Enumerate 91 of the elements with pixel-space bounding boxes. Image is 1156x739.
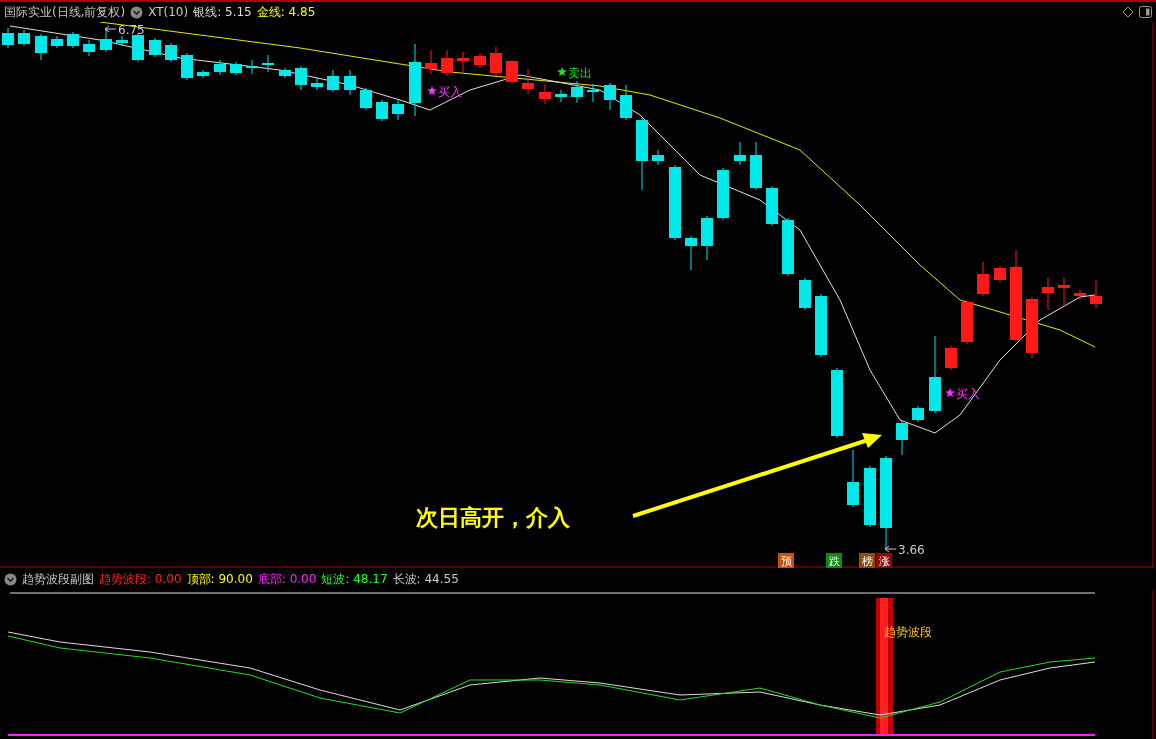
candlestick <box>474 52 486 69</box>
candlestick <box>392 99 404 121</box>
candlestick <box>165 42 177 63</box>
candlestick <box>522 68 534 95</box>
candlestick <box>376 99 388 122</box>
candlestick <box>425 49 437 75</box>
candlestick <box>35 33 47 61</box>
candlestick <box>51 35 63 49</box>
candlestick <box>750 141 762 191</box>
star-icon <box>427 86 437 95</box>
candlestick <box>149 37 161 58</box>
candlestick <box>734 141 746 166</box>
indicator-title: 趋势波段副图 <box>22 570 94 588</box>
candlestick <box>1042 277 1054 311</box>
candlestick <box>1058 277 1070 307</box>
high-price-label: 6.75 <box>118 23 145 37</box>
panel-icon[interactable] <box>1139 6 1152 18</box>
marker-label: 涨 <box>878 555 890 568</box>
candlestick <box>116 35 128 47</box>
candlestick <box>717 167 729 221</box>
candlestick <box>977 261 989 297</box>
candlestick <box>197 69 209 79</box>
indicator-value: 短波: 48.17 <box>321 570 388 588</box>
candlestick <box>246 59 258 75</box>
dropdown-icon[interactable] <box>130 5 144 19</box>
annotation-text: 次日高开，介入 <box>416 505 570 530</box>
marker-label: 榜 <box>861 555 873 568</box>
candlestick <box>230 61 242 76</box>
candlestick <box>132 32 144 63</box>
candlestick <box>344 69 356 96</box>
candlestick <box>620 84 632 121</box>
indicator-name: XT(10) <box>148 5 189 19</box>
candlestick <box>994 265 1006 283</box>
candlestick <box>864 465 876 528</box>
candlestick <box>604 82 616 111</box>
candlestick <box>506 59 518 85</box>
indicator-value: 顶部: 90.00 <box>186 570 253 588</box>
signal-label: 买入 <box>956 387 980 401</box>
candlestick <box>1026 296 1038 359</box>
stock-title: 国际实业(日线,前复权) <box>4 3 126 21</box>
star-icon <box>557 67 567 76</box>
candlestick <box>685 235 697 271</box>
candlestick <box>1074 289 1086 301</box>
signal-label: 买入 <box>438 85 462 99</box>
candlestick <box>815 293 827 358</box>
candlestick <box>457 51 469 73</box>
candlestick <box>896 420 908 456</box>
line-value: 银线: 5.15 <box>193 3 252 21</box>
candlestick <box>831 367 843 439</box>
candlestick <box>701 215 713 261</box>
candlestick <box>18 29 30 47</box>
candlestick <box>961 299 973 345</box>
indicator-value: 底部: 0.00 <box>257 570 317 588</box>
candlestick <box>262 54 274 73</box>
candlestick <box>652 149 664 166</box>
marker-label: 跌 <box>828 555 840 568</box>
candlestick <box>441 49 453 77</box>
candlestick <box>766 185 778 227</box>
candlestick <box>100 27 112 53</box>
pointer-arrow-icon <box>104 25 117 33</box>
candlestick <box>181 52 193 81</box>
low-price-label: 3.66 <box>898 543 925 557</box>
candlestick <box>67 31 79 49</box>
dropdown-icon[interactable] <box>4 572 17 586</box>
signal-label: 卖出 <box>568 66 592 80</box>
candlestick <box>782 217 794 277</box>
candlestick <box>847 449 859 508</box>
indicator-value: 长波: 44.55 <box>392 570 459 588</box>
line-value: 金线: 4.85 <box>256 3 316 21</box>
candlestick <box>360 87 372 111</box>
indicator-value: 趋势波段: 0.00 <box>99 570 182 588</box>
candlestick <box>799 277 811 311</box>
star-icon <box>945 388 955 397</box>
candlestick <box>2 27 14 49</box>
candlestick <box>587 83 599 103</box>
candlestick <box>945 345 957 371</box>
pointer-arrow-icon <box>884 545 897 553</box>
marker-label: 预 <box>780 555 792 568</box>
candlestick <box>327 69 339 93</box>
candlestick <box>912 405 924 423</box>
candlestick <box>571 80 583 104</box>
candlestick <box>214 59 226 76</box>
candlestick <box>279 67 291 79</box>
candlestick <box>555 89 567 103</box>
candlestick <box>539 83 551 105</box>
candlestick <box>490 46 502 77</box>
candlestick <box>311 77 323 91</box>
candlestick <box>83 39 95 57</box>
diamond-icon[interactable] <box>1122 6 1134 18</box>
candlestick <box>295 65 307 91</box>
candlestick <box>1090 279 1102 309</box>
